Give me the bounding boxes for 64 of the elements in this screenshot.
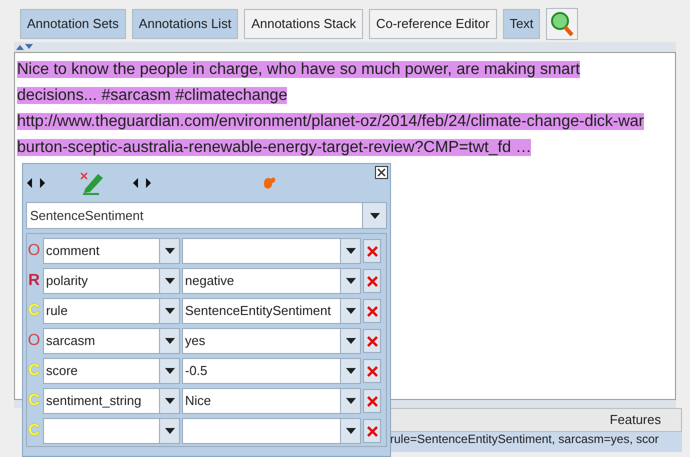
feature-status-marker: O: [27, 241, 41, 261]
feature-name-combo[interactable]: sentiment_string: [44, 389, 159, 413]
dropdown-arrow-icon[interactable]: [346, 248, 356, 254]
delete-feature-button[interactable]: [363, 329, 381, 353]
delete-icon: [366, 336, 378, 346]
delete-feature-button[interactable]: [363, 359, 381, 383]
dropdown-arrow-icon[interactable]: [164, 248, 174, 254]
dropdown-arrow-icon[interactable]: [164, 398, 174, 404]
feature-name-combo[interactable]: polarity: [44, 269, 159, 293]
annotation-type-combo[interactable]: SentenceSentiment: [27, 203, 362, 228]
previous-next-arrows-icon[interactable]: [27, 178, 45, 188]
feature-status-marker: C: [27, 391, 41, 411]
dropdown-arrow-icon[interactable]: [164, 308, 174, 314]
dropdown-arrow-icon[interactable]: [164, 428, 174, 434]
delete-feature-button[interactable]: [363, 419, 381, 443]
column-header[interactable]: Features: [610, 410, 661, 430]
feature-status-marker: R: [27, 271, 41, 291]
toolbar-tab[interactable]: Annotation Sets: [20, 9, 126, 39]
search-icon: [550, 11, 574, 37]
toolbar-tab[interactable]: Annotations List: [132, 9, 238, 39]
feature-value-combo[interactable]: yes: [183, 329, 340, 353]
delete-pencil-icon[interactable]: [79, 171, 105, 195]
dropdown-arrow-icon[interactable]: [164, 368, 174, 374]
previous-next-arrows-icon[interactable]: [133, 178, 151, 188]
feature-name-combo[interactable]: score: [44, 359, 159, 383]
delete-feature-button[interactable]: [363, 389, 381, 413]
toolbar-tab[interactable]: Co-reference Editor: [369, 9, 497, 39]
delete-feature-button[interactable]: [363, 239, 381, 263]
feature-name-combo[interactable]: comment: [44, 239, 159, 263]
close-icon: [377, 168, 386, 177]
delete-icon: [366, 246, 378, 256]
delete-icon: [366, 396, 378, 406]
delete-icon: [366, 276, 378, 286]
dropdown-arrow-icon[interactable]: [346, 308, 356, 314]
feature-value-combo[interactable]: -0.5: [183, 359, 340, 383]
search-button[interactable]: [546, 8, 578, 40]
dropdown-arrow-icon[interactable]: [346, 428, 356, 434]
feature-value-combo[interactable]: Nice: [183, 389, 340, 413]
feature-name-combo[interactable]: rule: [44, 299, 159, 323]
dropdown-arrow-icon[interactable]: [346, 278, 356, 284]
close-button[interactable]: [375, 166, 388, 179]
dropdown-arrow-icon[interactable]: [346, 398, 356, 404]
dropdown-arrow-icon[interactable]: [164, 278, 174, 284]
feature-name-combo[interactable]: sarcasm: [44, 329, 159, 353]
toolbar-tab[interactable]: Annotations Stack: [244, 9, 364, 39]
delete-icon: [366, 306, 378, 316]
table-cell: rule=SentenceEntitySentiment, sarcasm=yes, scor: [390, 432, 659, 446]
dropdown-arrow-icon[interactable]: [370, 212, 380, 218]
toolbar-tab[interactable]: Text: [502, 9, 540, 39]
delete-feature-button[interactable]: [363, 269, 381, 293]
feature-status-marker: O: [27, 331, 41, 351]
feature-status-marker: C: [27, 301, 41, 321]
feature-status-marker: C: [27, 361, 41, 381]
feature-value-combo[interactable]: negative: [183, 269, 340, 293]
collapse-arrow-icon[interactable]: [16, 44, 24, 50]
dropdown-arrow-icon[interactable]: [164, 338, 174, 344]
delete-icon: [366, 366, 378, 376]
expand-arrow-icon[interactable]: [25, 44, 33, 50]
dropdown-arrow-icon[interactable]: [346, 368, 356, 374]
delete-feature-button[interactable]: [363, 299, 381, 323]
feature-status-marker: C: [27, 421, 41, 441]
feature-value-combo[interactable]: SentenceEntitySentiment: [183, 299, 340, 323]
dropdown-arrow-icon[interactable]: [346, 338, 356, 344]
delete-icon: [366, 426, 378, 436]
